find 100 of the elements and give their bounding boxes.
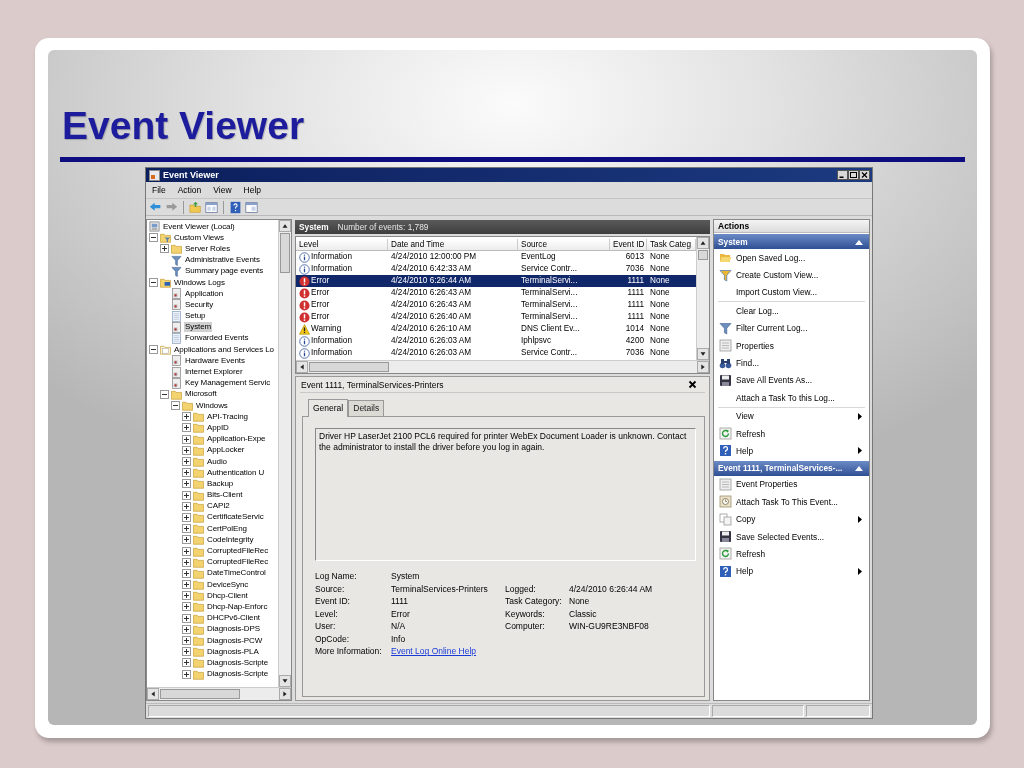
tree-item[interactable]: CertPolEng: [206, 523, 248, 534]
tree-item[interactable]: Applications and Services Lo: [173, 344, 275, 355]
tree-item[interactable]: CorruptedFileRec: [206, 557, 270, 568]
tree-item[interactable]: Dhcp-Client: [206, 590, 249, 601]
tree-item[interactable]: CertificateServic: [206, 512, 265, 523]
tree-item[interactable]: Backup: [206, 478, 235, 489]
submenu-arrow-icon[interactable]: [858, 447, 862, 455]
tree-item[interactable]: Windows Logs: [173, 277, 226, 288]
command-item[interactable]: Import Custom View...: [736, 287, 817, 298]
collapse-icon[interactable]: [149, 345, 158, 355]
menu-item[interactable]: File: [152, 185, 166, 195]
scroll-thumb[interactable]: [698, 250, 708, 260]
close-icon[interactable]: [688, 380, 697, 389]
close-icon[interactable]: [859, 170, 870, 180]
tree-item[interactable]: CAPI2: [206, 501, 231, 512]
tree-item[interactable]: API-Tracing: [206, 411, 249, 422]
tree-item[interactable]: Administrative Events: [184, 255, 261, 266]
expand-icon[interactable]: [182, 546, 191, 556]
collapse-icon[interactable]: [160, 389, 169, 399]
expand-icon[interactable]: [182, 457, 191, 467]
tree-item[interactable]: Diagnosis-Scripte: [206, 657, 269, 668]
tree-item[interactable]: Windows: [195, 400, 229, 411]
expand-icon[interactable]: [182, 658, 191, 668]
collapse-icon[interactable]: [855, 238, 863, 245]
command-item[interactable]: Attach a Task To this Log...: [736, 392, 835, 403]
column-header[interactable]: Task Categ: [647, 239, 696, 251]
table-row[interactable]: Information 4/24/2010 6:26:03 AM Iphlpsvc 4200 None: [296, 335, 696, 347]
column-header[interactable]: Event ID: [610, 239, 647, 251]
command-item[interactable]: Event Properties: [736, 479, 798, 490]
command-item[interactable]: Find...: [736, 358, 760, 369]
expand-icon[interactable]: [182, 423, 191, 433]
expand-icon[interactable]: [182, 535, 191, 545]
tree-item[interactable]: Forwarded Events: [184, 333, 250, 344]
tree-item[interactable]: Security: [184, 299, 215, 310]
submenu-arrow-icon[interactable]: [858, 515, 862, 523]
vertical-scrollbar[interactable]: [278, 220, 291, 687]
expand-icon[interactable]: [160, 244, 169, 254]
tree-item[interactable]: Microsoft: [184, 389, 218, 400]
submenu-arrow-icon[interactable]: [858, 567, 862, 575]
tree-item[interactable]: Setup: [184, 311, 207, 322]
scroll-thumb[interactable]: [309, 362, 389, 372]
expand-icon[interactable]: [182, 501, 191, 511]
command-item[interactable]: Properties: [736, 340, 774, 351]
command-item[interactable]: Save All Events As...: [736, 375, 813, 386]
command-item[interactable]: Help: [736, 566, 754, 577]
expand-icon[interactable]: [182, 512, 191, 522]
collapse-icon[interactable]: [171, 401, 180, 411]
expand-icon[interactable]: [182, 445, 191, 455]
tree-item[interactable]: Application-Expe: [206, 434, 267, 445]
tree-item[interactable]: Authentication U: [206, 467, 266, 478]
menu-item[interactable]: Action: [177, 185, 202, 195]
column-header[interactable]: Date and Time: [388, 239, 518, 251]
tab[interactable]: General: [308, 399, 349, 417]
tree-item[interactable]: CorruptedFileRec: [206, 546, 270, 557]
expand-icon[interactable]: [182, 669, 191, 679]
expand-icon[interactable]: [182, 568, 191, 578]
section-header[interactable]: System: [714, 234, 869, 249]
tree-item[interactable]: AppID: [206, 422, 230, 433]
tree-item[interactable]: Server Roles: [184, 243, 232, 254]
tree-item[interactable]: Audio: [206, 456, 228, 467]
command-item[interactable]: View: [736, 411, 754, 422]
table-row[interactable]: Information 4/24/2010 6:26:03 AM Service Contr... 7036 None: [296, 347, 696, 359]
command-item[interactable]: Refresh: [736, 428, 766, 439]
maximize-icon[interactable]: [848, 170, 859, 180]
command-item[interactable]: Save Selected Events...: [736, 531, 825, 542]
command-item[interactable]: Refresh: [736, 548, 766, 559]
collapse-icon[interactable]: [149, 233, 158, 243]
expand-icon[interactable]: [182, 412, 191, 422]
table-row[interactable]: Error 4/24/2010 6:26:44 AM TerminalServi... 1111 None: [296, 275, 696, 287]
tree-item[interactable]: CodeIntegrity: [206, 534, 255, 545]
table-row[interactable]: Error 4/24/2010 6:26:43 AM TerminalServi... 1111 None: [296, 287, 696, 299]
minimize-icon[interactable]: [837, 170, 848, 180]
scroll-thumb[interactable]: [160, 689, 240, 699]
tree-item[interactable]: System: [184, 322, 213, 333]
table-row[interactable]: Error 4/24/2010 6:26:40 AM TerminalServi... 1111 None: [296, 311, 696, 323]
menu-item[interactable]: Help: [243, 185, 262, 195]
expand-icon[interactable]: [182, 468, 191, 478]
panel-icon[interactable]: [245, 200, 258, 214]
command-item[interactable]: Copy: [736, 514, 756, 525]
expand-icon[interactable]: [182, 602, 191, 612]
column-header[interactable]: Level: [296, 239, 388, 251]
expand-icon[interactable]: [182, 636, 191, 646]
back-icon[interactable]: [149, 200, 162, 214]
tree-item[interactable]: Application: [184, 288, 225, 299]
collapse-icon[interactable]: [855, 465, 863, 472]
tree-item[interactable]: Key Management Servic: [184, 378, 272, 389]
help-link[interactable]: Event Log Online Help: [391, 646, 505, 657]
column-header[interactable]: Source: [518, 239, 610, 251]
command-item[interactable]: Create Custom View...: [736, 270, 819, 281]
tree-item[interactable]: DateTimeControl: [206, 568, 267, 579]
expand-icon[interactable]: [182, 613, 191, 623]
scroll-thumb[interactable]: [280, 233, 290, 273]
expand-icon[interactable]: [182, 580, 191, 590]
submenu-arrow-icon[interactable]: [858, 412, 862, 420]
expand-icon[interactable]: [182, 591, 191, 601]
tree-item[interactable]: DHCPv6-Client: [206, 613, 261, 624]
table-row[interactable]: Information 4/24/2010 12:00:00 PM EventLog 6013 None: [296, 251, 696, 263]
menu-item[interactable]: View: [213, 185, 232, 195]
table-row[interactable]: Information 4/24/2010 6:42:33 AM Service Contr... 7036 None: [296, 263, 696, 275]
expand-icon[interactable]: [182, 524, 191, 534]
